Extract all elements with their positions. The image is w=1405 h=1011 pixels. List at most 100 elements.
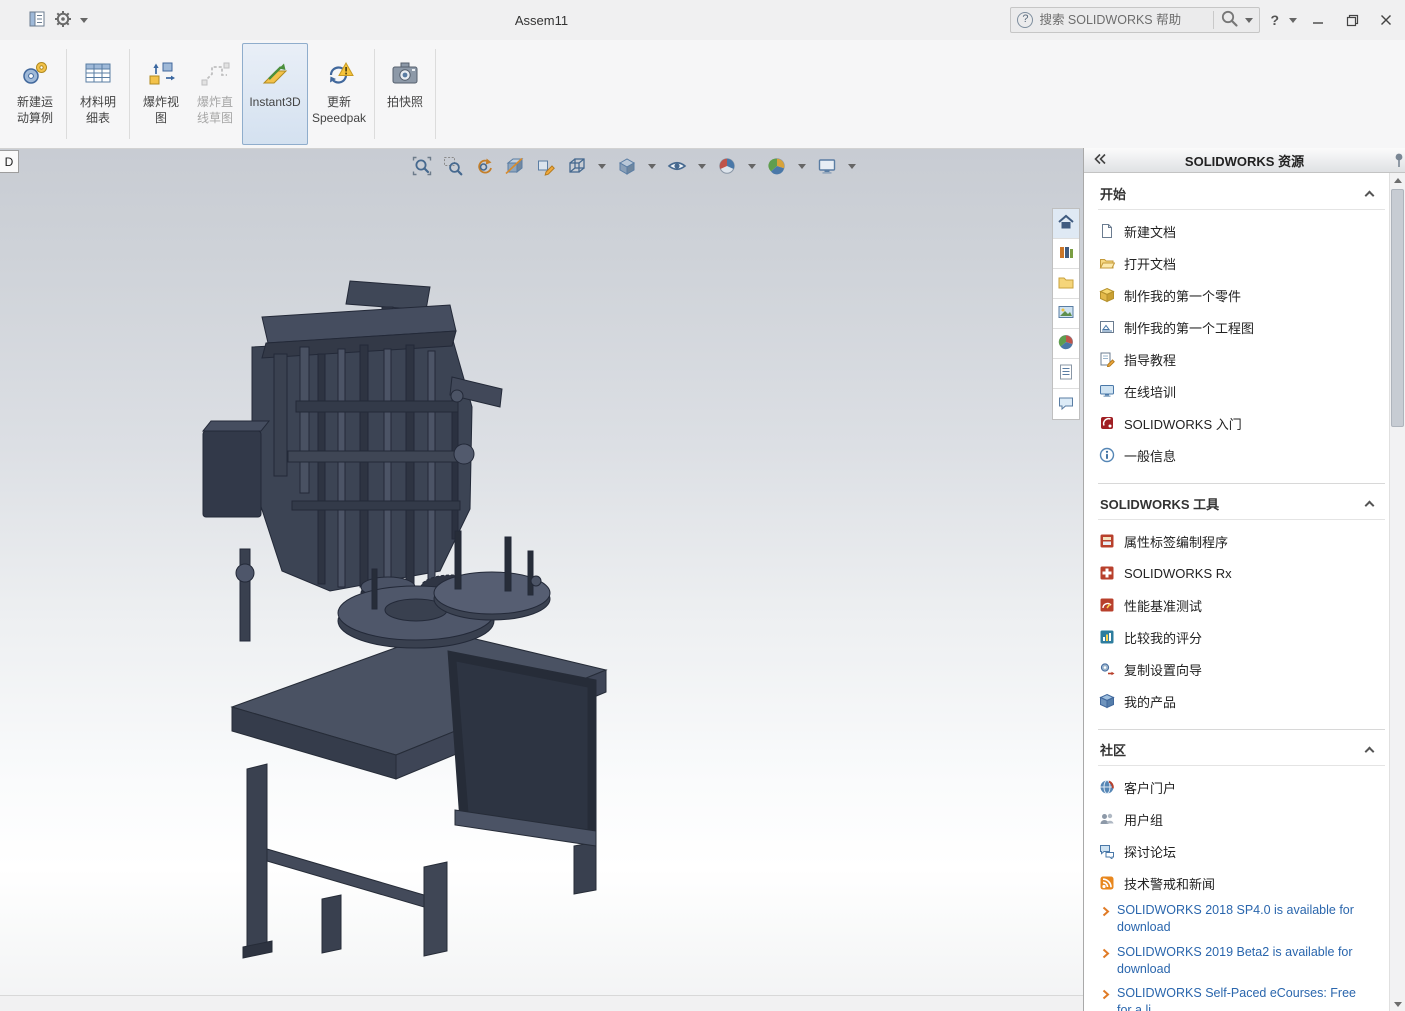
search-icon[interactable] bbox=[1220, 9, 1239, 31]
solidworks-logo-icon bbox=[1098, 415, 1115, 432]
news-link[interactable]: SOLIDWORKS Self-Paced eCourses: Free for… bbox=[1117, 985, 1369, 1011]
section-title: SOLIDWORKS 工具 bbox=[1100, 494, 1219, 513]
forum-tab-icon bbox=[1057, 394, 1075, 415]
collapse-section-icon[interactable] bbox=[1365, 500, 1375, 510]
copy-settings-icon bbox=[1098, 661, 1115, 678]
bom-table-icon bbox=[83, 57, 113, 89]
item-performance-benchmark[interactable]: 性能基准测试 bbox=[1098, 589, 1385, 621]
item-tutorials[interactable]: 指导教程 bbox=[1098, 343, 1385, 375]
search-input[interactable] bbox=[1039, 13, 1207, 27]
item-solidworks-rx[interactable]: SOLIDWORKS Rx bbox=[1098, 557, 1385, 589]
explode-line-sketch-icon bbox=[200, 57, 230, 89]
item-online-training[interactable]: 在线培训 bbox=[1098, 375, 1385, 407]
report-icon[interactable] bbox=[28, 10, 46, 31]
button-label: 拍快照 bbox=[387, 94, 423, 110]
item-property-tab-builder[interactable]: 属性标签编制程序 bbox=[1098, 525, 1385, 557]
item-label: 在线培训 bbox=[1124, 382, 1176, 401]
toolbar-separator bbox=[374, 49, 375, 139]
section-tools: SOLIDWORKS 工具 属性标签编制程序 SOLIDWORKS Rx 性能基… bbox=[1098, 483, 1385, 729]
bill-of-materials-button[interactable]: 材料明 细表 bbox=[71, 43, 125, 145]
item-label: 新建文档 bbox=[1124, 222, 1176, 241]
item-label: 性能基准测试 bbox=[1124, 596, 1202, 615]
item-open-document[interactable]: 打开文档 bbox=[1098, 247, 1385, 279]
section-title: 社区 bbox=[1100, 740, 1126, 759]
tab-forum[interactable] bbox=[1053, 389, 1079, 419]
restore-button[interactable] bbox=[1339, 7, 1365, 33]
property-tab-builder-icon bbox=[1098, 533, 1115, 550]
collapse-section-icon[interactable] bbox=[1365, 746, 1375, 756]
item-my-products[interactable]: 我的产品 bbox=[1098, 685, 1385, 717]
section-community: 社区 客户门户 用户组 探讨论坛 技术警戒和新闻 bbox=[1098, 729, 1385, 1011]
item-customer-portal[interactable]: 客户门户 bbox=[1098, 771, 1385, 803]
item-label: 一般信息 bbox=[1124, 446, 1176, 465]
section-community-header[interactable]: 社区 bbox=[1098, 735, 1385, 766]
button-label: 材料明 细表 bbox=[80, 94, 116, 126]
home-icon bbox=[1057, 213, 1075, 234]
news-link[interactable]: SOLIDWORKS 2018 SP4.0 is available for d… bbox=[1117, 902, 1369, 937]
item-copy-settings-wizard[interactable]: 复制设置向导 bbox=[1098, 653, 1385, 685]
user-groups-icon bbox=[1098, 811, 1115, 828]
tab-file-explorer[interactable] bbox=[1053, 269, 1079, 299]
taskpane-scrollbar[interactable] bbox=[1389, 173, 1405, 1011]
pin-icon[interactable] bbox=[1390, 151, 1405, 172]
close-button[interactable] bbox=[1373, 7, 1399, 33]
tab-appearances[interactable] bbox=[1053, 329, 1079, 359]
status-bar bbox=[0, 995, 1084, 1011]
item-first-part[interactable]: 制作我的第一个零件 bbox=[1098, 279, 1385, 311]
gear-caret-icon[interactable] bbox=[80, 18, 88, 23]
news-item[interactable]: SOLIDWORKS 2019 Beta2 is available for d… bbox=[1102, 944, 1385, 979]
instant3d-button[interactable]: Instant3D bbox=[242, 43, 308, 145]
tab-view-palette[interactable] bbox=[1053, 299, 1079, 329]
file-explorer-icon bbox=[1057, 273, 1075, 294]
item-user-groups[interactable]: 用户组 bbox=[1098, 803, 1385, 835]
update-speedpak-button[interactable]: 更新 Speedpak bbox=[308, 43, 370, 145]
tab-custom-properties[interactable] bbox=[1053, 359, 1079, 389]
scrollbar-thumb[interactable] bbox=[1391, 189, 1404, 427]
item-compare-scores[interactable]: 比较我的评分 bbox=[1098, 621, 1385, 653]
search-caret-icon[interactable] bbox=[1245, 18, 1253, 23]
button-label: 新建运 动算例 bbox=[17, 94, 53, 126]
item-first-drawing[interactable]: 制作我的第一个工程图 bbox=[1098, 311, 1385, 343]
item-technical-alerts[interactable]: 技术警戒和新闻 bbox=[1098, 867, 1385, 899]
update-speedpak-icon bbox=[324, 57, 354, 89]
info-icon bbox=[1098, 447, 1115, 464]
exploded-view-button[interactable]: 爆炸视 图 bbox=[134, 43, 188, 145]
item-label: 我的产品 bbox=[1124, 692, 1176, 711]
customer-portal-icon bbox=[1098, 779, 1115, 796]
news-item[interactable]: SOLIDWORKS Self-Paced eCourses: Free for… bbox=[1102, 985, 1385, 1011]
toolbar-separator bbox=[66, 49, 67, 139]
help-icon[interactable]: ? bbox=[1268, 12, 1281, 28]
online-training-icon bbox=[1098, 383, 1115, 400]
item-general-information[interactable]: 一般信息 bbox=[1098, 439, 1385, 471]
news-item[interactable]: SOLIDWORKS 2018 SP4.0 is available for d… bbox=[1102, 902, 1385, 937]
new-motion-study-button[interactable]: 新建运 动算例 bbox=[8, 43, 62, 145]
taskpane: SOLIDWORKS 资源 开始 新建文档 打开文档 bbox=[1083, 148, 1405, 1011]
document-title: Assem11 bbox=[0, 13, 1083, 28]
news-link[interactable]: SOLIDWORKS 2019 Beta2 is available for d… bbox=[1117, 944, 1369, 979]
section-start: 开始 新建文档 打开文档 制作我的第一个零件 制作我的第一个工程图 bbox=[1098, 179, 1385, 483]
item-discussion-forum[interactable]: 探讨论坛 bbox=[1098, 835, 1385, 867]
minimize-button[interactable] bbox=[1305, 7, 1331, 33]
collapse-section-icon[interactable] bbox=[1365, 190, 1375, 200]
view-palette-icon bbox=[1057, 303, 1075, 324]
scroll-up-icon[interactable] bbox=[1390, 173, 1405, 187]
section-start-header[interactable]: 开始 bbox=[1098, 179, 1385, 210]
tab-design-library[interactable] bbox=[1053, 239, 1079, 269]
item-new-document[interactable]: 新建文档 bbox=[1098, 215, 1385, 247]
scroll-down-icon[interactable] bbox=[1390, 997, 1405, 1011]
item-label: 指导教程 bbox=[1124, 350, 1176, 369]
item-label: 客户门户 bbox=[1124, 778, 1176, 797]
assembly-model[interactable] bbox=[0, 149, 1083, 995]
news-bullet-icon bbox=[1102, 905, 1110, 937]
section-tools-header[interactable]: SOLIDWORKS 工具 bbox=[1098, 489, 1385, 520]
item-label: 打开文档 bbox=[1124, 254, 1176, 273]
help-caret-icon[interactable] bbox=[1289, 18, 1297, 23]
tab-solidworks-resources[interactable] bbox=[1053, 209, 1079, 239]
gear-icon[interactable] bbox=[54, 10, 72, 31]
help-search-box: ? bbox=[1010, 7, 1260, 33]
take-snapshot-button[interactable]: 拍快照 bbox=[379, 43, 431, 145]
collapse-taskpane-icon[interactable] bbox=[1092, 151, 1108, 170]
item-introducing-solidworks[interactable]: SOLIDWORKS 入门 bbox=[1098, 407, 1385, 439]
item-label: 属性标签编制程序 bbox=[1124, 532, 1228, 551]
motion-study-icon bbox=[20, 57, 50, 89]
